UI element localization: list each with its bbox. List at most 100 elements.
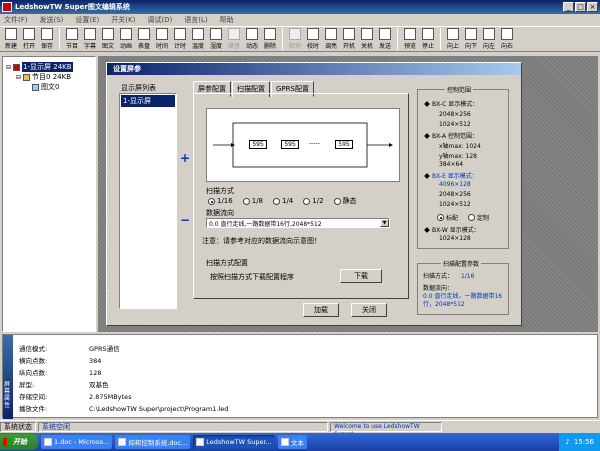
open-folder-icon [23, 28, 35, 40]
task-icon [44, 438, 52, 446]
bxa-value-1: x轴max: 1024 [439, 143, 481, 150]
toolbar-button-11[interactable]: 温度 [189, 27, 207, 51]
toolbar-button-30[interactable]: 向右 [498, 27, 516, 51]
toolbar-button-4[interactable]: 节目 [63, 27, 81, 51]
task-icon [196, 438, 205, 446]
status-bar: 系统状态 系统空闲 Welcome to use LedshowTW Super… [0, 420, 600, 438]
toolbar-button-29[interactable]: 向左 [480, 27, 498, 51]
scan-option-radio[interactable]: 1/8 [242, 196, 263, 206]
toolbar-button-24[interactable]: 预览 [401, 27, 419, 51]
screen-list: 1-显示屏 [119, 93, 177, 309]
arrow-down-icon [465, 28, 477, 40]
scan-option-radio[interactable]: 1/16 [208, 196, 233, 206]
close-dialog-button[interactable]: 关闭 [351, 303, 387, 317]
toolbar-button-19[interactable]: 调亮 [322, 27, 340, 51]
toolbar-button-17[interactable]: 检测 [286, 27, 304, 51]
program-icon [23, 73, 31, 81]
menu-file[interactable]: 文件(F) [4, 15, 28, 25]
toolbar-separator [440, 28, 441, 50]
toolbar-button-28[interactable]: 向下 [462, 27, 480, 51]
noise-icon [228, 28, 240, 40]
toolbar-button-27[interactable]: 向上 [444, 27, 462, 51]
toolbar-button-6[interactable]: 图文 [99, 27, 117, 51]
speaker-icon[interactable]: ♪ [565, 438, 569, 446]
toolbar-button-1[interactable]: 打开 [20, 27, 38, 51]
toolbar-button-7[interactable]: 动画 [117, 27, 135, 51]
toolbar-button-8[interactable]: 表盘 [135, 27, 153, 51]
taskbar-task[interactable]: 1.doc - Microso... [41, 435, 113, 449]
task-icon [118, 438, 127, 446]
sync-time-icon [307, 28, 319, 40]
menu-debug[interactable]: 调试(D) [147, 15, 172, 25]
scan-mode-label: 扫描方式 [206, 187, 234, 195]
screen-properties-panel: 屏幕属性 通信模式: GPRS通信 横向点数: 384 纵向点数: 128 屏型: 双基色 存储… [2, 334, 598, 419]
menu-language[interactable]: 语言(L) [184, 15, 207, 25]
minimize-button[interactable]: _ [563, 2, 574, 12]
scan-option-radio[interactable]: 1/4 [273, 196, 293, 206]
arrow-left-icon [483, 28, 495, 40]
clock-icon [156, 28, 168, 40]
scan-option-radio[interactable]: 1/2 [303, 196, 324, 206]
start-button[interactable]: 开始 [0, 434, 38, 450]
window-title: LedshowTW Super图文编辑系统 [15, 3, 130, 11]
note-text: 注意：请参考对应的数据流向示意图！ [202, 237, 321, 245]
add-screen-button[interactable]: + [180, 151, 190, 165]
taskbar-task[interactable]: 文本 [277, 435, 307, 449]
toolbar-button-5[interactable]: 字幕 [81, 27, 99, 51]
toolbar-button-15[interactable]: 删除 [261, 27, 279, 51]
image-text-icon [32, 83, 39, 91]
bxw-value-1: 1024×128 [439, 235, 471, 242]
tree-screen-node[interactable]: ⊟ 1-显示屏 24KB [6, 62, 73, 72]
toolbar-button-14[interactable]: 动态 [243, 27, 261, 51]
close-button[interactable]: × [587, 2, 598, 12]
menu-help[interactable]: 帮助 [220, 15, 234, 25]
toolbar-button-18[interactable]: 校时 [304, 27, 322, 51]
tree-program-node[interactable]: ⊟ 节目0 24KB [16, 72, 71, 82]
send-icon [379, 28, 391, 40]
taskbar-task[interactable]: 抑邦控制系统.doc... [115, 435, 191, 449]
tree-item-node[interactable]: 图文0 [32, 82, 59, 92]
bxe-value-2: 2048×256 [439, 191, 471, 198]
screen-list-item[interactable]: 1-显示屏 [121, 95, 175, 107]
load-button[interactable]: 加载 [303, 303, 339, 317]
toolbar-button-0[interactable]: 新建 [2, 27, 20, 51]
toolbar-button-2[interactable]: 保存 [38, 27, 56, 51]
bxa-value-2: y轴max: 128 [439, 153, 478, 160]
toolbar-button-22[interactable]: 发送 [376, 27, 394, 51]
maximize-button[interactable]: □ [575, 2, 586, 12]
toolbar-button-9[interactable]: 时间 [153, 27, 171, 51]
screen-list-label: 显示屏列表 [121, 84, 156, 92]
humidity-icon [210, 28, 222, 40]
taskbar-task[interactable]: LedshowTW Super... [193, 435, 275, 449]
data-flow-select[interactable]: 0.0 直行走线,一路数据带16行,2048*512 ▼ [206, 218, 390, 228]
property-row: 横向点数: 384 [19, 357, 102, 365]
download-button[interactable]: 下载 [340, 269, 382, 283]
toolbar-button-21[interactable]: 关机 [358, 27, 376, 51]
chip-ellipsis: ----- [309, 140, 320, 147]
menu-settings[interactable]: 设置(E) [75, 15, 99, 25]
welcome-text: Welcome to use LedshowTW Super! [330, 421, 442, 438]
scan-option-radio[interactable]: 静态 [333, 196, 357, 206]
chevron-down-icon[interactable]: ▼ [380, 219, 389, 227]
radio-standard[interactable]: 标配 [437, 213, 458, 222]
menu-bar: 文件(F) 发送(S) 设置(E) 开关(K) 调试(D) 语言(L) 帮助 [0, 14, 600, 26]
flow-arrows [213, 122, 393, 168]
screen-icon [13, 63, 21, 71]
toolbar-button-10[interactable]: 计时 [171, 27, 189, 51]
toolbar-button-20[interactable]: 开机 [340, 27, 358, 51]
menu-switch[interactable]: 开关(K) [111, 15, 135, 25]
detect-icon [289, 28, 301, 40]
menu-send[interactable]: 发送(S) [40, 15, 64, 25]
bxc-value-1: 2048×256 [439, 111, 471, 118]
scan-config-group-label: 扫描方式配置 [206, 259, 248, 267]
remove-screen-button[interactable]: − [180, 213, 190, 227]
timer-icon [174, 28, 186, 40]
toolbar-button-12[interactable]: 湿度 [207, 27, 225, 51]
bxc-value-2: 1024×512 [439, 121, 471, 128]
toolbar-button-25[interactable]: 停止 [419, 27, 437, 51]
toolbar-separator [397, 28, 398, 50]
toolbar-button-13[interactable]: 噪音 [225, 27, 243, 51]
radio-custom[interactable]: 定制 [468, 213, 489, 222]
chip-box-2: 595 [281, 140, 299, 149]
program-icon [66, 28, 78, 40]
